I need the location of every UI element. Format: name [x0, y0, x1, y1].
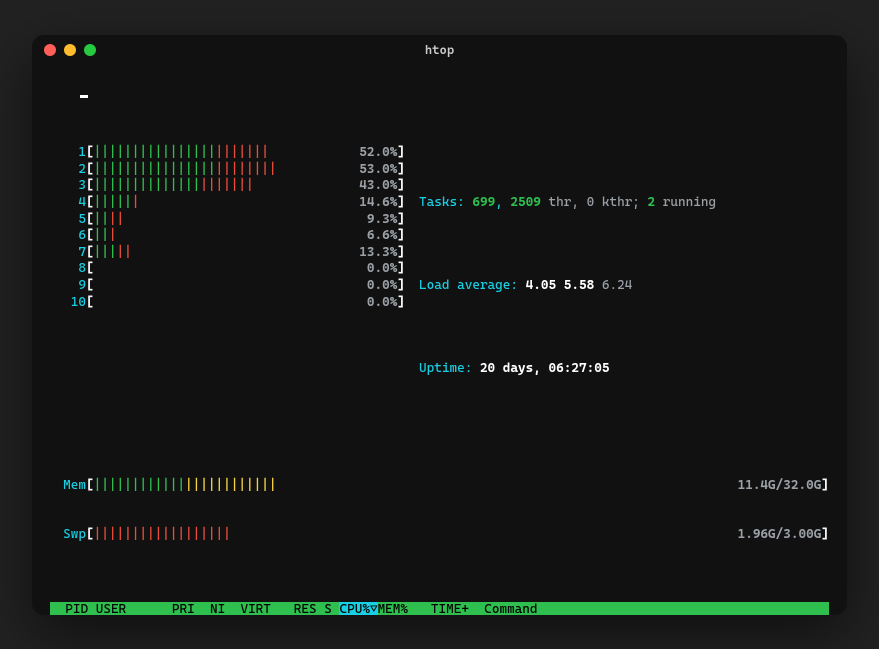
- col-pid: PID: [50, 602, 96, 615]
- col-virt: VIRT: [233, 602, 279, 615]
- cursor-icon: [80, 95, 88, 98]
- close-icon[interactable]: [44, 44, 56, 56]
- load-line: Load average: 4.05 5.58 6.24: [419, 261, 716, 311]
- swp-meter: Swp[||||||||||||||||||1.96G/3.00G]: [50, 527, 829, 544]
- terminal-window: htop 1[||||||||||||||||||||||| 52.0%]2[|…: [32, 35, 847, 615]
- process-header[interactable]: PID USER PRI NI VIRT RES S CPU%▽MEM% TIM…: [50, 602, 829, 615]
- window-title: htop: [32, 42, 847, 57]
- cpu-meter-2: 2[|||||||||||||||||||||||| 53.0%]: [50, 162, 405, 179]
- cpu-meter-8: 8[ 0.0%]: [50, 261, 405, 278]
- cpu-meter-5: 5[|||| 9.3%]: [50, 212, 405, 229]
- titlebar: htop: [32, 35, 847, 65]
- col-time: TIME+: [416, 602, 477, 615]
- cpu-meter-1: 1[||||||||||||||||||||||| 52.0%]: [50, 145, 405, 162]
- tasks-line: Tasks: 699, 2509 thr, 0 kthr; 2 running: [419, 178, 716, 228]
- col-cpu-sorted: CPU%▽: [339, 602, 377, 615]
- cpu-meters: 1[||||||||||||||||||||||| 52.0%]2[||||||…: [50, 145, 405, 428]
- col-pri: PRI: [164, 602, 202, 615]
- htop-content[interactable]: 1[||||||||||||||||||||||| 52.0%]2[||||||…: [32, 65, 847, 615]
- minimize-icon[interactable]: [64, 44, 76, 56]
- col-command: Command: [477, 602, 829, 615]
- cpu-meter-4: 4[|||||| 14.6%]: [50, 195, 405, 212]
- cpu-meter-9: 9[ 0.0%]: [50, 278, 405, 295]
- system-info: Tasks: 699, 2509 thr, 0 kthr; 2 running …: [405, 145, 716, 428]
- uptime-line: Uptime: 20 days, 06:27:05: [419, 345, 716, 395]
- col-ni: NI: [202, 602, 232, 615]
- col-user: USER: [96, 602, 165, 615]
- col-mem: MEM%: [378, 602, 416, 615]
- traffic-lights: [44, 44, 96, 56]
- cpu-meter-10: 10[ 0.0%]: [50, 295, 405, 312]
- cpu-meter-6: 6[||| 6.6%]: [50, 228, 405, 245]
- mem-meter: Mem[||||||||||||||||||||||||11.4G/32.0G]: [50, 478, 829, 495]
- cpu-meter-3: 3[||||||||||||||||||||| 43.0%]: [50, 178, 405, 195]
- cpu-meter-7: 7[||||| 13.3%]: [50, 245, 405, 262]
- col-s: S: [324, 602, 339, 615]
- maximize-icon[interactable]: [84, 44, 96, 56]
- col-res: RES: [279, 602, 325, 615]
